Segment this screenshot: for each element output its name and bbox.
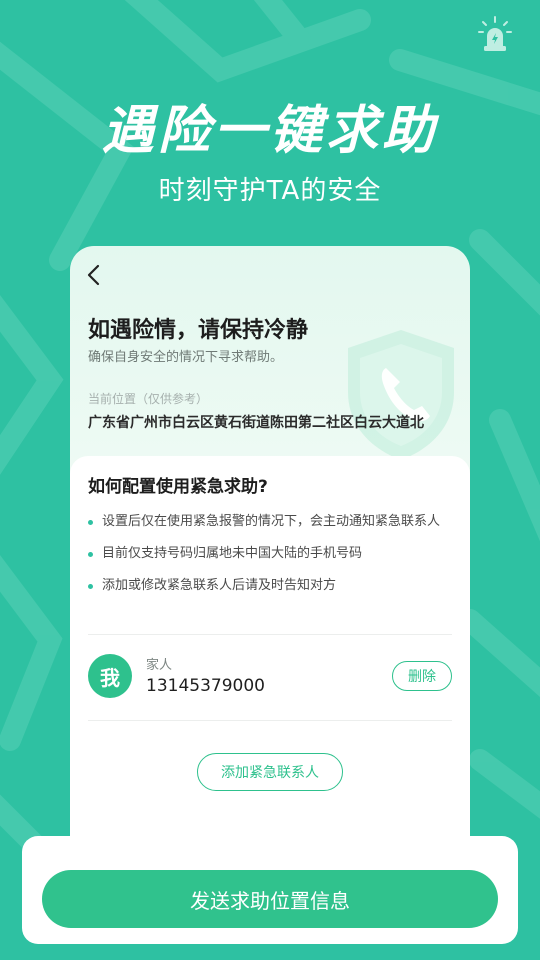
contact-row: 我 家人 13145379000 删除: [88, 644, 452, 716]
bullet-dot: [88, 552, 93, 557]
tip-item: 设置后仅在使用紧急报警的情况下，会主动通知紧急联系人: [88, 514, 458, 546]
bullet-dot: [88, 584, 93, 589]
chevron-left-icon[interactable]: [84, 264, 104, 286]
tip-item: 目前仅支持号码归属地未中国大陆的手机号码: [88, 546, 458, 578]
bullet-dot: [88, 520, 93, 525]
help-card: 如遇险情，请保持冷静 确保自身安全的情况下寻求帮助。 当前位置（仅供参考） 广东…: [70, 246, 470, 886]
delete-contact-button[interactable]: 删除: [392, 661, 452, 691]
hero-title: 遇险一键求助: [101, 101, 438, 161]
hero-subtitle: 时刻守护TA的安全: [158, 176, 382, 206]
card-title: 如遇险情，请保持冷静: [88, 318, 309, 343]
location-label: 当前位置（仅供参考）: [88, 392, 209, 406]
divider: [88, 720, 452, 721]
divider: [88, 634, 452, 635]
add-contact-button[interactable]: 添加紧急联系人: [197, 753, 343, 791]
bottom-bar: 发送求助位置信息: [22, 836, 518, 944]
contact-phone: 13145379000: [146, 676, 265, 696]
howto-title: 如何配置使用紧急求助?: [88, 477, 268, 497]
location-value: 广东省广州市白云区黄石街道陈田第二社区白云大道北: [88, 415, 424, 431]
card-subtitle: 确保自身安全的情况下寻求帮助。: [88, 350, 284, 365]
shield-phone-icon: [348, 330, 454, 460]
alarm-light-icon[interactable]: [478, 16, 512, 52]
tips-list: 设置后仅在使用紧急报警的情况下，会主动通知紧急联系人 目前仅支持号码归属地未中国…: [88, 514, 458, 610]
tip-item: 添加或修改紧急联系人后请及时告知对方: [88, 578, 458, 610]
howto-panel: 如何配置使用紧急求助? 设置后仅在使用紧急报警的情况下，会主动通知紧急联系人 目…: [70, 456, 470, 886]
send-location-button[interactable]: 发送求助位置信息: [42, 870, 498, 928]
avatar: 我: [88, 654, 132, 698]
contact-name: 家人: [146, 658, 173, 673]
